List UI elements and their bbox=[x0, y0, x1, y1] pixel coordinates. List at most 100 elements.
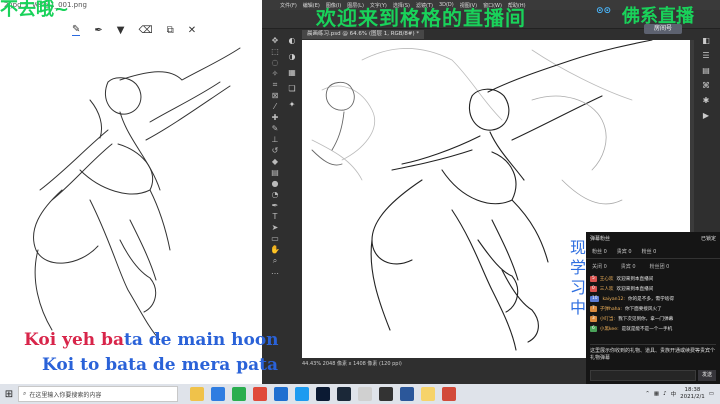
hand-icon[interactable]: ✋ bbox=[268, 245, 282, 254]
layers-panel-icon[interactable]: ❏ bbox=[286, 84, 298, 94]
pen-icon[interactable]: ✎ bbox=[72, 24, 81, 36]
eraser-icon[interactable]: ⌫ bbox=[138, 25, 152, 36]
frame-icon[interactable]: ⊠ bbox=[268, 91, 282, 100]
chat-sub-club[interactable]: 粉丝团 0 bbox=[650, 263, 670, 270]
volume-icon[interactable]: ♪ bbox=[663, 391, 667, 397]
chat-user[interactable]: 小黑kee: bbox=[600, 326, 619, 332]
obs-icon[interactable] bbox=[379, 387, 393, 401]
search-icon: ⌕ bbox=[23, 390, 27, 397]
path-select-icon[interactable]: ➤ bbox=[268, 223, 282, 232]
file-explorer-icon[interactable] bbox=[190, 387, 204, 401]
ps-status-bar: 44.43% 2048 像素 x 1408 像素 (120 ppi) bbox=[302, 361, 402, 367]
eyedropper-icon[interactable]: ⁄ bbox=[268, 102, 282, 111]
clip-studio-icon[interactable] bbox=[358, 387, 372, 401]
move-icon[interactable]: ✥ bbox=[268, 36, 282, 45]
chat-text: 你下面要接风火了 bbox=[624, 307, 662, 312]
clock-time: 18:38 bbox=[684, 387, 701, 393]
type-icon[interactable]: T bbox=[268, 212, 282, 221]
chat-tab-vip[interactable]: 贵宾 0 bbox=[617, 248, 632, 255]
chat-header-lock[interactable]: 已锁定 bbox=[701, 235, 716, 242]
crop-icon[interactable]: ⌗ bbox=[268, 80, 282, 89]
folder-icon[interactable] bbox=[421, 387, 435, 401]
chat-tab-fans[interactable]: 粉丝 0 bbox=[592, 248, 607, 255]
qq-icon[interactable] bbox=[295, 387, 309, 401]
chat-header-title: 弹幕粉丝 bbox=[590, 236, 611, 242]
brushes-panel-icon[interactable]: ✦ bbox=[286, 100, 298, 110]
chat-send-button[interactable]: 发送 bbox=[698, 370, 716, 381]
taskbar-search[interactable]: ⌕ 在这里输入你要搜索的内容 bbox=[18, 386, 178, 402]
chat-input[interactable] bbox=[590, 370, 696, 381]
history-panel-icon[interactable]: ◐ bbox=[286, 36, 298, 46]
chrome-icon[interactable] bbox=[253, 387, 267, 401]
video-icon[interactable] bbox=[442, 387, 456, 401]
word-icon[interactable] bbox=[400, 387, 414, 401]
start-button[interactable]: ⊞ bbox=[0, 384, 18, 404]
chat-sub-vip[interactable]: 贵宾 0 bbox=[621, 263, 636, 270]
chat-user[interactable]: 子弹haha: bbox=[600, 306, 622, 312]
blur-icon[interactable]: ● bbox=[268, 179, 282, 188]
ps-toolbar: ✥ ⬚ ◌ ✧ ⌗ ⊠ ⁄ ✚ ✎ ⊥ ↺ ◆ ▤ ● ◔ ✒ T ➤ ▭ ✋ … bbox=[268, 36, 284, 276]
marker-icon[interactable]: ▼ bbox=[117, 25, 125, 36]
eraser-icon[interactable]: ◆ bbox=[268, 157, 282, 166]
network-icon[interactable]: ▦ bbox=[654, 391, 659, 397]
zoom-icon[interactable]: ⌕ bbox=[268, 256, 282, 265]
steam-icon[interactable] bbox=[337, 387, 351, 401]
ps-right-panel-icons: ◧ ☰ ▤ ⌘ ✱ ▶ bbox=[696, 36, 716, 120]
photoshop-icon[interactable] bbox=[316, 387, 330, 401]
chat-gift-notice: 这里展示你收到的礼物、道具、贵族开通或续费等贵宾个礼物弹幕 bbox=[590, 344, 716, 362]
styles-icon[interactable]: ✱ bbox=[703, 96, 710, 105]
heal-icon[interactable]: ✚ bbox=[268, 113, 282, 122]
chat-user[interactable]: 三人欢 bbox=[600, 286, 614, 292]
shape-icon[interactable]: ▭ bbox=[268, 234, 282, 243]
wechat-icon[interactable] bbox=[232, 387, 246, 401]
input-language[interactable]: 中 bbox=[671, 390, 677, 398]
mail-icon[interactable] bbox=[274, 387, 288, 401]
marquee-icon[interactable]: ⬚ bbox=[268, 47, 282, 56]
clock[interactable]: 18:38 2021/2/1 bbox=[680, 387, 705, 401]
pen-alt-icon[interactable]: ✒ bbox=[94, 25, 102, 36]
chevron-up-icon[interactable]: ⌃ bbox=[645, 391, 650, 397]
left-brush-toolbar: ✎ ✒ ▼ ⌫ ⧉ ✕ bbox=[72, 22, 196, 38]
gradient-icon[interactable]: ▤ bbox=[268, 168, 282, 177]
ps-menu-file[interactable]: 文件(F) bbox=[280, 2, 297, 9]
chat-message: 6 小黑kee: 是就是能不是一个一手机 bbox=[586, 324, 720, 334]
bilibili-logo-icon: ⊙⊙ bbox=[596, 6, 612, 16]
system-tray: ⌃ ▦ ♪ 中 18:38 2021/2/1 ▭ bbox=[645, 387, 720, 401]
chat-user[interactable]: 小叮当: bbox=[600, 316, 615, 322]
chat-message: 5 王心欢 欢迎来到本直播间 bbox=[586, 274, 720, 284]
chat-message: 0 三人欢 欢迎来到本直播间 bbox=[586, 284, 720, 294]
room-number-badge: 房间号 bbox=[644, 24, 682, 34]
pen-icon[interactable]: ✒ bbox=[268, 201, 282, 210]
lyric-line-1-blue: ta de main hoon bbox=[124, 330, 279, 350]
color-panel-icon[interactable]: ◑ bbox=[286, 52, 298, 62]
lasso-icon[interactable]: ◌ bbox=[268, 58, 282, 67]
chat-user[interactable]: 王心欢 bbox=[600, 276, 614, 282]
chat-sub-close[interactable]: 关闭 0 bbox=[592, 263, 607, 270]
stamp-icon[interactable]: ⊥ bbox=[268, 135, 282, 144]
properties-icon[interactable]: ☰ bbox=[702, 51, 709, 60]
swatches-panel-icon[interactable]: ▦ bbox=[286, 68, 298, 78]
edge-icon[interactable] bbox=[211, 387, 225, 401]
chat-user[interactable]: kaiyan12: bbox=[602, 297, 625, 302]
history-brush-icon[interactable]: ↺ bbox=[268, 146, 282, 155]
copy-icon[interactable]: ⧉ bbox=[167, 25, 174, 36]
chat-text: 欢迎来到本直播间 bbox=[616, 277, 654, 282]
ps-panel-dock: ◐ ◑ ▦ ❏ ✦ bbox=[286, 36, 298, 110]
brush-icon[interactable]: ✎ bbox=[268, 124, 282, 133]
chat-tab-fans2[interactable]: 粉丝 0 bbox=[642, 248, 657, 255]
actions-icon[interactable]: ▶ bbox=[703, 111, 709, 120]
left-overlay-text: 不去哦~ bbox=[0, 0, 70, 20]
quick-select-icon[interactable]: ✧ bbox=[268, 69, 282, 78]
ps-document-tab[interactable]: 晨画练习.psd @ 64.6% (图层 1, RGB/8#) * bbox=[302, 30, 425, 39]
channels-icon[interactable]: ▤ bbox=[702, 66, 710, 75]
paths-icon[interactable]: ⌘ bbox=[702, 81, 710, 90]
chat-tabs: 粉丝 0 贵宾 0 粉丝 0 bbox=[586, 245, 720, 259]
close-icon[interactable]: ✕ bbox=[188, 25, 196, 36]
left-drawing-window: 2.jpg 1_Ver@1_001.png ✎ ✒ ▼ ⌫ ⧉ ✕ 不去哦~ bbox=[0, 0, 262, 384]
dodge-icon[interactable]: ◔ bbox=[268, 190, 282, 199]
taskbar-apps bbox=[190, 387, 456, 401]
adjust-icon[interactable]: ◧ bbox=[702, 36, 710, 45]
more-icon[interactable]: … bbox=[268, 267, 282, 276]
chat-message: 7 子弹haha: 你下面要接风火了 bbox=[586, 304, 720, 314]
notification-icon[interactable]: ▭ bbox=[709, 391, 714, 397]
